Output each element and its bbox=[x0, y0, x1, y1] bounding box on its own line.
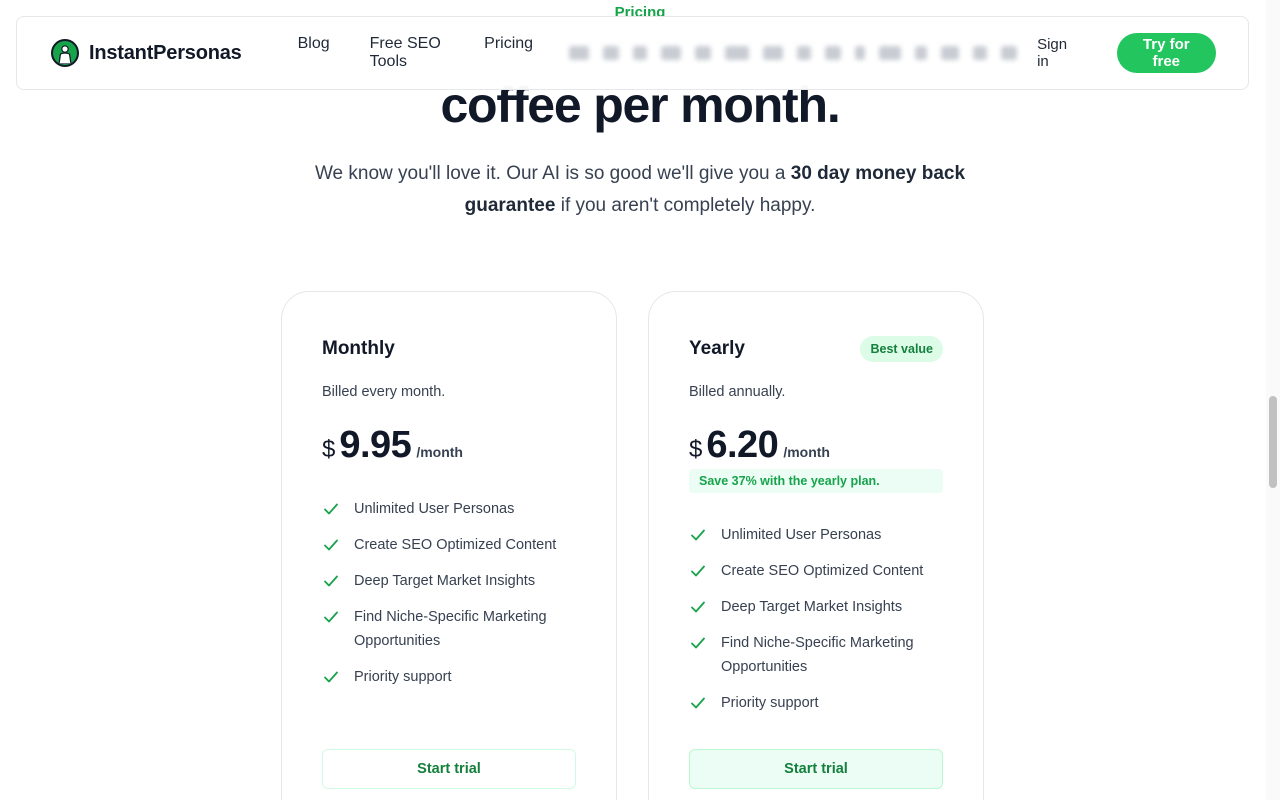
feature-text: Find Niche-Specific Marketing Opportunit… bbox=[354, 609, 547, 649]
card-header: Monthly bbox=[322, 334, 576, 364]
plan-name: Yearly bbox=[689, 338, 745, 359]
feature-text: Find Niche-Specific Marketing Opportunit… bbox=[721, 635, 914, 675]
billing-note: Billed annually. bbox=[689, 384, 786, 400]
savings-note: Save 37% with the yearly plan. bbox=[689, 469, 943, 493]
brand-logo[interactable]: InstantPersonas bbox=[51, 39, 242, 67]
card-header: Yearly Best value bbox=[689, 334, 943, 364]
feature-list: Unlimited User Personas Create SEO Optim… bbox=[689, 523, 943, 715]
price-amount: 6.20 bbox=[706, 424, 779, 466]
feature-item: Create SEO Optimized Content bbox=[689, 559, 943, 583]
nav-links: Blog Free SEO Tools Pricing bbox=[298, 35, 533, 71]
best-value-badge: Best value bbox=[860, 336, 943, 362]
hero-subtext: We know you'll love it. Our AI is so goo… bbox=[300, 158, 980, 222]
check-icon bbox=[691, 637, 705, 649]
check-icon bbox=[324, 575, 338, 587]
check-icon bbox=[324, 611, 338, 623]
check-icon bbox=[324, 503, 338, 515]
feature-item: Find Niche-Specific Marketing Opportunit… bbox=[322, 605, 576, 653]
price-amount: 9.95 bbox=[339, 424, 412, 466]
feature-text: Deep Target Market Insights bbox=[721, 599, 903, 615]
feature-text: Unlimited User Personas bbox=[721, 527, 882, 543]
brand-name: InstantPersonas bbox=[89, 41, 242, 64]
plan-name: Monthly bbox=[322, 338, 395, 359]
persona-logo-icon bbox=[51, 39, 79, 67]
check-icon bbox=[691, 529, 705, 541]
price-period: /month bbox=[416, 444, 463, 460]
feature-item: Unlimited User Personas bbox=[322, 497, 576, 521]
start-trial-monthly-button[interactable]: Start trial bbox=[322, 749, 576, 789]
nav-link-pricing[interactable]: Pricing bbox=[484, 35, 533, 71]
price-period: /month bbox=[783, 444, 830, 460]
nav-link-free-seo-tools[interactable]: Free SEO Tools bbox=[370, 35, 445, 71]
billing-note: Billed every month. bbox=[322, 384, 446, 400]
feature-item: Deep Target Market Insights bbox=[689, 595, 943, 619]
scrollbar-thumb[interactable] bbox=[1269, 396, 1277, 488]
feature-text: Deep Target Market Insights bbox=[354, 573, 536, 589]
nav-link-blog[interactable]: Blog bbox=[298, 35, 330, 71]
pricing-card-monthly: Monthly Billed every month. $ 9.95 /mont… bbox=[281, 291, 617, 800]
currency-symbol: $ bbox=[689, 436, 703, 463]
top-navbar: InstantPersonas Blog Free SEO Tools Pric… bbox=[16, 16, 1249, 90]
check-icon bbox=[324, 539, 338, 551]
feature-text: Priority support bbox=[721, 695, 819, 711]
price-row: $ 9.95 /month bbox=[322, 424, 576, 467]
check-icon bbox=[691, 697, 705, 709]
check-icon bbox=[324, 671, 338, 683]
blurred-nav-background bbox=[563, 40, 1023, 66]
hero-subtext-end: if you aren't completely happy. bbox=[555, 195, 816, 216]
page-scrollbar[interactable] bbox=[1266, 0, 1280, 800]
sign-in-link[interactable]: Sign in bbox=[1037, 36, 1076, 70]
currency-symbol: $ bbox=[322, 436, 336, 463]
feature-item: Find Niche-Specific Marketing Opportunit… bbox=[689, 631, 943, 679]
feature-item: Priority support bbox=[322, 665, 576, 689]
feature-text: Create SEO Optimized Content bbox=[354, 537, 557, 553]
start-trial-yearly-button[interactable]: Start trial bbox=[689, 749, 943, 789]
feature-item: Create SEO Optimized Content bbox=[322, 533, 576, 557]
feature-text: Unlimited User Personas bbox=[354, 501, 515, 517]
pricing-card-yearly: Yearly Best value Billed annually. $ 6.2… bbox=[648, 291, 984, 800]
feature-item: Unlimited User Personas bbox=[689, 523, 943, 547]
price-row: $ 6.20 /month bbox=[689, 424, 943, 467]
feature-list: Unlimited User Personas Create SEO Optim… bbox=[322, 497, 576, 689]
feature-item: Priority support bbox=[689, 691, 943, 715]
check-icon bbox=[691, 601, 705, 613]
feature-text: Create SEO Optimized Content bbox=[721, 563, 924, 579]
check-icon bbox=[691, 565, 705, 577]
feature-text: Priority support bbox=[354, 669, 452, 685]
feature-item: Deep Target Market Insights bbox=[322, 569, 576, 593]
hero-subtext-start: We know you'll love it. Our AI is so goo… bbox=[314, 163, 791, 184]
try-for-free-button[interactable]: Try for free bbox=[1116, 33, 1216, 73]
